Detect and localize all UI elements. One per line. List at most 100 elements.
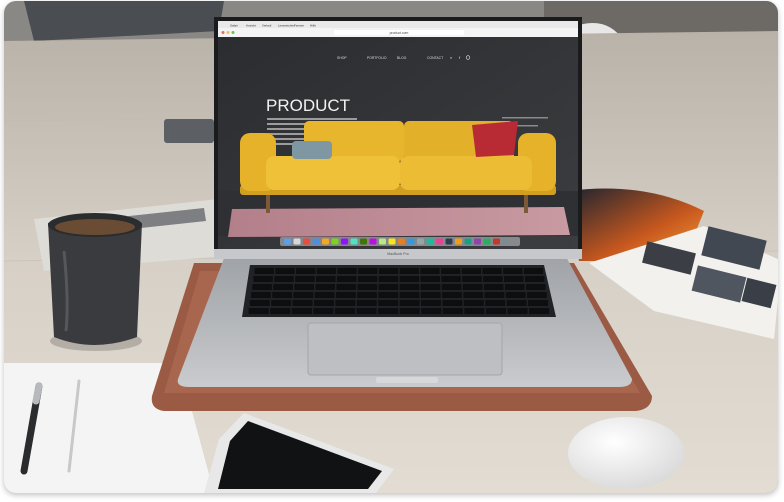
keyboard-key <box>248 308 269 314</box>
keyboard-key <box>356 308 377 314</box>
dock-app-icon[interactable] <box>445 238 453 245</box>
coffee <box>55 219 135 235</box>
mac-menubar <box>218 21 578 28</box>
keyboard-key <box>483 276 503 282</box>
keyboard-key <box>485 300 506 306</box>
keyboard-key <box>485 308 507 314</box>
keyboard-key <box>336 276 357 282</box>
keyboard-key <box>505 292 526 298</box>
dock-app-icon[interactable] <box>388 238 396 245</box>
keyboard-key <box>526 292 547 298</box>
menu-item[interactable]: Hilfe <box>310 23 316 27</box>
dock-app-icon[interactable] <box>502 238 510 245</box>
keyboard-key <box>484 292 505 298</box>
keyboard-key <box>506 300 527 306</box>
keyboard-key <box>464 308 485 314</box>
keyboard-key <box>528 300 548 306</box>
keyboard-key <box>399 284 420 290</box>
dock-app-icon[interactable] <box>284 238 291 245</box>
dock-app-icon[interactable] <box>322 238 329 245</box>
minimize-icon[interactable] <box>226 31 230 34</box>
keyboard-key <box>441 276 461 282</box>
keyboard-key <box>420 292 441 298</box>
dock-app-icon[interactable] <box>369 238 377 245</box>
dock-app-icon[interactable] <box>474 238 481 245</box>
close-icon[interactable] <box>221 31 225 34</box>
keyboard-key <box>507 308 528 314</box>
keyboard-key <box>291 308 312 314</box>
keyboard-key <box>421 300 441 306</box>
keyboard-key <box>315 284 336 290</box>
menu-item[interactable]: Lesezeichen <box>278 23 295 27</box>
dock-app-icon[interactable] <box>464 238 472 245</box>
dock-app-icon[interactable] <box>293 238 301 245</box>
keyboard-key <box>378 284 399 290</box>
menu-item[interactable]: Safari <box>230 23 238 27</box>
menu-item[interactable]: Ansicht <box>246 23 256 27</box>
keyboard-key <box>293 292 314 298</box>
keyboard-key <box>295 276 315 282</box>
keyboard-key <box>378 300 399 306</box>
search-icon[interactable]: ⌕ <box>450 55 452 60</box>
keyboard-key <box>273 284 293 290</box>
keyboard-key <box>525 284 546 290</box>
keyboard-key <box>420 284 441 290</box>
keyboard-key <box>482 268 502 274</box>
dock-app-icon[interactable] <box>360 238 367 245</box>
dock-app-icon[interactable] <box>331 238 339 245</box>
dock-app-icon[interactable] <box>483 238 491 245</box>
phone-on-table <box>164 119 214 143</box>
dock-app-icon[interactable] <box>417 238 424 245</box>
keyboard-key <box>504 284 525 290</box>
keyboard-key <box>274 276 294 282</box>
keyboard-key <box>529 308 550 314</box>
keyboard-key <box>357 276 378 282</box>
keyboard-key <box>337 268 357 274</box>
keyboard-key <box>356 300 377 306</box>
keyboard-key <box>441 284 462 290</box>
dock-app-icon[interactable] <box>493 238 500 245</box>
keyboard-key <box>442 292 462 298</box>
keyboard-key <box>399 276 420 282</box>
dock-app-icon[interactable] <box>436 238 443 245</box>
keyboard-key <box>463 300 484 306</box>
nav-link[interactable]: SHOP <box>337 56 347 60</box>
keyboard-key <box>399 268 419 274</box>
dock-app-icon[interactable] <box>379 238 386 245</box>
dock-app-icon[interactable] <box>312 238 320 245</box>
trackpad <box>307 322 503 376</box>
keyboard-key <box>504 276 524 282</box>
keyboard-key <box>270 308 291 314</box>
photo-frame: Safari Ansicht Verlauf Lesezeichen Fenster Hi… <box>4 1 778 493</box>
dock-app-icon[interactable] <box>407 238 415 245</box>
menu-item[interactable]: Fenster <box>294 23 304 27</box>
dock-app-icon[interactable] <box>341 238 348 245</box>
dock-app-icon[interactable] <box>303 238 310 245</box>
keyboard-key <box>441 268 461 274</box>
keyboard-key <box>358 268 378 274</box>
nav-link[interactable]: CONTACT <box>427 56 443 60</box>
laptop-model-label: MacBook Pro <box>387 252 409 256</box>
keyboard-key <box>524 276 545 282</box>
dock-app-icon[interactable] <box>426 238 434 245</box>
menu-item[interactable]: Verlauf <box>262 23 272 27</box>
keyboard-key <box>399 292 420 298</box>
red-pillow <box>472 121 518 157</box>
keyboard-key <box>249 300 270 306</box>
keyboard-key <box>357 292 377 298</box>
nav-link[interactable]: BLOG <box>397 56 407 60</box>
keyboard-key <box>357 284 378 290</box>
zoom-icon[interactable] <box>231 31 235 34</box>
keyboard-key <box>421 308 442 314</box>
keyboard-key <box>442 300 463 306</box>
nav-link[interactable]: PORTFOLIO <box>367 56 387 60</box>
keyboard-key <box>252 284 272 290</box>
keyboard-key <box>334 308 356 314</box>
keyboard-key <box>253 276 273 282</box>
dock-app-icon[interactable] <box>398 238 405 245</box>
dock-app-icon[interactable] <box>455 238 462 245</box>
keyboard-key <box>462 276 482 282</box>
keyboard-key <box>399 300 420 306</box>
keyboard-key <box>313 308 334 314</box>
dock-app-icon[interactable] <box>350 238 358 245</box>
